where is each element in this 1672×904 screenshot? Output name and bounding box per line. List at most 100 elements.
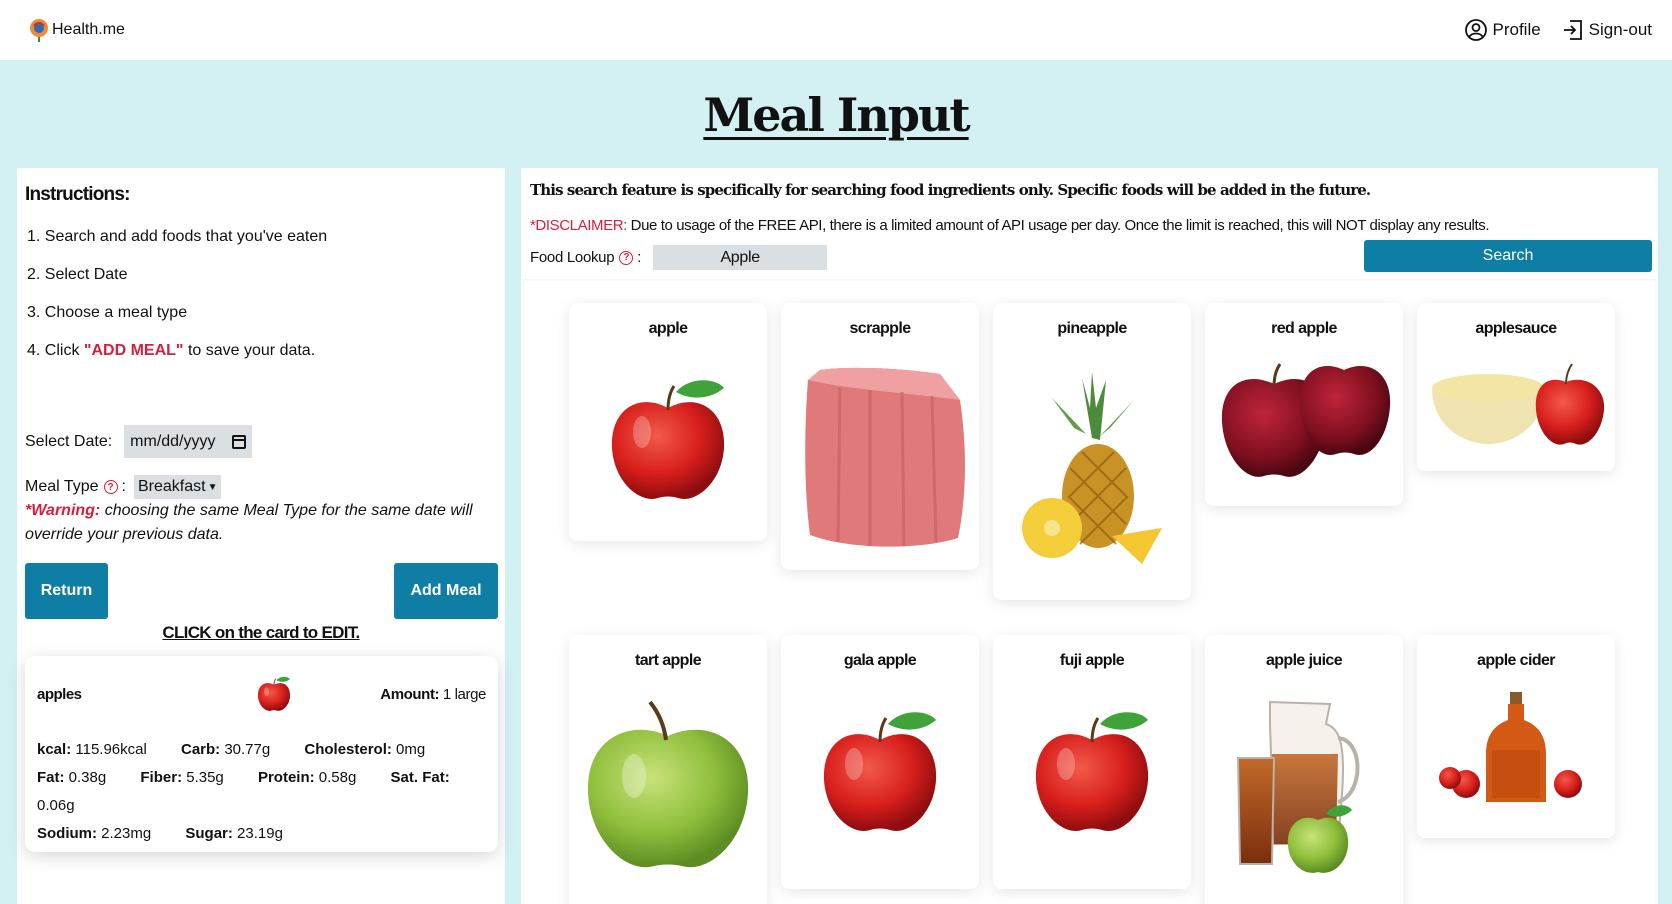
instruction-step: 1. Search and add foods that you've eate…: [27, 228, 328, 245]
food-card-title: red apple: [1271, 320, 1337, 337]
meal-type-select[interactable]: Breakfast ▼: [133, 475, 222, 499]
food-card-title: applesauce: [1475, 320, 1557, 337]
food-lookup-label: Food Lookup: [530, 249, 615, 266]
sugar: Sugar: 23.19g: [185, 825, 283, 842]
red-apple-icon: [1022, 702, 1162, 842]
search-results: apple scrapple pineapple red apple apple…: [523, 279, 1656, 904]
food-card-apple-cider[interactable]: apple cider: [1417, 635, 1615, 838]
meal-type-row: Meal Type ? : Breakfast ▼: [25, 475, 222, 499]
food-card-title: tart apple: [634, 652, 702, 669]
food-card-pineapple[interactable]: pineapple: [993, 303, 1191, 600]
nav-links: Profile Sign-out: [1464, 18, 1652, 42]
date-input[interactable]: mm/dd/yyyy: [124, 425, 253, 458]
health-logo-icon: [30, 19, 48, 42]
user-circle-icon: [1465, 19, 1488, 41]
top-navbar: Health.me Profile Sign-out: [0, 0, 1672, 60]
instructions-title: Instructions:: [25, 184, 130, 205]
juice-pitcher-icon: [1236, 700, 1360, 873]
search-note: This search feature is specifically for …: [530, 181, 1371, 199]
food-card-title: pineapple: [1057, 320, 1127, 337]
food-card-tart-apple[interactable]: tart apple: [569, 635, 767, 904]
sign-out-icon: [1563, 20, 1582, 40]
food-search-panel: This search feature is specifically for …: [521, 168, 1658, 904]
food-search-input[interactable]: Apple: [653, 245, 828, 270]
meal-type-value: Breakfast: [137, 478, 206, 495]
search-button[interactable]: Search: [1364, 240, 1652, 272]
protein: Protein: 0.58g: [257, 769, 357, 786]
scrapple-loaf-icon: [805, 367, 965, 547]
add-meal-emphasis: "ADD MEAL": [83, 342, 184, 359]
two-red-apples-icon: [1221, 363, 1391, 477]
page-title: Meal Input: [703, 88, 970, 142]
applesauce-bowl-icon: [1432, 363, 1605, 445]
meal-food-name: apples: [37, 685, 82, 703]
nutrition-row: Fat: 0.38g Fiber: 5.35g Protein: 0.58g S…: [37, 764, 486, 820]
step4-suffix: to save your data.: [183, 342, 316, 359]
instructions-list: 1. Search and add foods that you've eate…: [25, 227, 497, 379]
food-card-title: scrapple: [849, 320, 911, 337]
step4-prefix: 4. Click: [27, 342, 84, 359]
nutrition-facts: kcal: 115.96kcal Carb: 30.77g Cholestero…: [37, 736, 486, 848]
food-card-title: apple: [648, 320, 688, 337]
disclaimer-text: Due to usage of the FREE API, there is a…: [626, 217, 1490, 234]
instruction-step: 2. Select Date: [27, 266, 128, 283]
food-card-title: apple juice: [1265, 652, 1343, 669]
food-card-title: apple cider: [1477, 652, 1555, 669]
date-placeholder: mm/dd/yyyy: [130, 432, 216, 450]
food-card-gala-apple[interactable]: gala apple: [781, 635, 979, 889]
food-card-apple[interactable]: apple: [569, 303, 767, 541]
red-apple-icon: [598, 370, 738, 510]
profile-label: Profile: [1492, 20, 1541, 39]
add-meal-button[interactable]: Add Meal: [394, 563, 498, 619]
food-card-scrapple[interactable]: scrapple: [781, 303, 979, 570]
food-lookup-colon: :: [637, 249, 642, 266]
calendar-icon[interactable]: [232, 434, 247, 449]
pineapple-icon: [1022, 372, 1162, 564]
food-card-title: fuji apple: [1059, 652, 1125, 669]
carb: Carb: 30.77g: [180, 741, 271, 758]
meal-form-panel: Instructions: 1. Search and add foods th…: [17, 168, 505, 904]
red-apple-icon: [810, 702, 950, 842]
food-card-fuji-apple[interactable]: fuji apple: [993, 635, 1191, 889]
food-card-red-apple[interactable]: red apple: [1205, 303, 1403, 506]
green-apple-icon: [578, 696, 758, 876]
kcal: kcal: 115.96kcal: [37, 741, 147, 758]
chevron-down-icon: ▼: [207, 481, 218, 493]
disclaimer-label: *DISCLAIMER:: [530, 217, 627, 234]
api-disclaimer: *DISCLAIMER: Due to usage of the FREE AP…: [530, 217, 1490, 234]
meal-card-header: apples Amount: 1 large: [37, 672, 486, 716]
food-lookup-row: Food Lookup ? : Apple: [530, 245, 828, 270]
date-row: Select Date: mm/dd/yyyy: [25, 425, 253, 458]
added-meal-card[interactable]: apples Amount: 1 large kcal: 115.96kcal …: [25, 656, 498, 852]
help-icon[interactable]: ?: [619, 250, 634, 265]
nutrition-row: kcal: 115.96kcal Carb: 30.77g Cholestero…: [37, 736, 486, 764]
fiber: Fiber: 5.35g: [140, 769, 224, 786]
warning-label: *Warning:: [25, 502, 101, 519]
instruction-step: 3. Choose a meal type: [27, 304, 188, 321]
help-icon[interactable]: ?: [103, 480, 118, 494]
brand[interactable]: Health.me: [28, 18, 125, 42]
return-button[interactable]: Return: [25, 563, 108, 619]
apple-thumbnail-icon: [254, 674, 294, 714]
date-label: Select Date:: [25, 432, 113, 450]
instruction-step: 4. Click "ADD MEAL" to save your data.: [27, 341, 497, 379]
cider-bottle-icon: [1439, 692, 1582, 802]
signout-label: Sign-out: [1588, 20, 1652, 39]
food-card-apple-juice[interactable]: apple juice: [1205, 635, 1403, 904]
sodium: Sodium: 2.23mg: [37, 825, 152, 842]
amount-label: Amount:: [380, 685, 440, 703]
food-card-applesauce[interactable]: applesauce: [1417, 303, 1615, 471]
meal-type-label: Meal Type: [25, 478, 99, 495]
meal-type-colon: :: [121, 478, 126, 495]
meal-type-warning: *Warning: choosing the same Meal Type fo…: [25, 499, 495, 547]
profile-link[interactable]: Profile: [1464, 18, 1541, 42]
edit-hint: CLICK on the card to EDIT.: [162, 623, 360, 642]
fat: Fat: 0.38g: [37, 769, 107, 786]
meal-amount: Amount: 1 large: [380, 686, 486, 703]
amount-value: 1 large: [439, 685, 486, 703]
cholesterol: Cholesterol: 0mg: [304, 741, 426, 758]
food-card-title: gala apple: [843, 652, 917, 669]
signout-link[interactable]: Sign-out: [1561, 18, 1652, 42]
nutrition-row: Sodium: 2.23mg Sugar: 23.19g: [37, 820, 486, 848]
brand-name: Health.me: [52, 21, 125, 38]
